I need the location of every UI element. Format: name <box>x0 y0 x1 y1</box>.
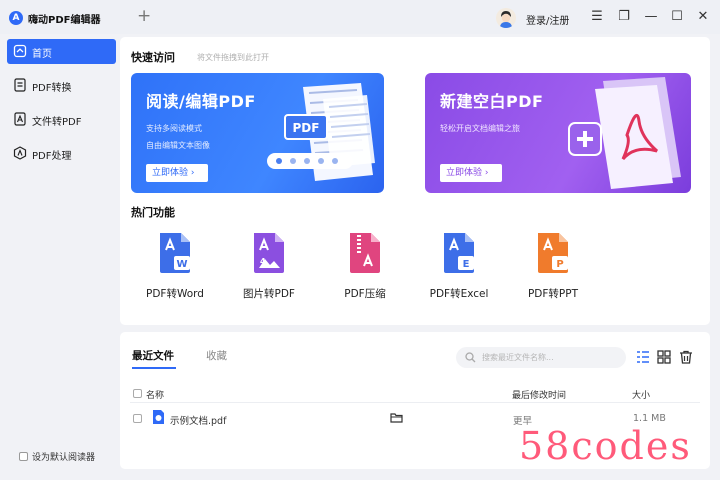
sidebar-item-label: 文件转PDF <box>32 117 82 128</box>
feature-badge: P <box>556 259 563 270</box>
feature-label: 图片转PDF <box>243 288 295 300</box>
sidebar-item-label: PDF转换 <box>32 83 72 94</box>
header-divider <box>130 402 700 403</box>
document-illustration-icon: PDF <box>267 83 375 181</box>
sidebar-item-home[interactable]: 首页 <box>7 39 116 64</box>
default-reader-label: 设为默认阅读器 <box>32 453 96 463</box>
try-now-button[interactable]: 立即体验 › <box>440 164 502 182</box>
home-icon <box>13 44 27 58</box>
pdf-art-label: PDF <box>293 121 320 135</box>
minimize-button[interactable]: — <box>642 8 660 26</box>
grid-view-icon[interactable] <box>657 350 671 364</box>
app-logo: A <box>9 11 23 25</box>
file-to-pdf-icon <box>14 112 26 126</box>
card-subtitle: 支持多阅读模式 <box>146 124 202 133</box>
process-icon <box>13 146 27 160</box>
sidebar: 首页 PDF转换 文件转PDF PDF处理 <box>0 34 118 480</box>
quick-access-title: 快速访问 <box>131 51 175 64</box>
feature-label: PDF转PPT <box>527 288 579 300</box>
default-reader-checkbox[interactable] <box>19 452 28 461</box>
search-placeholder: 搜索最近文件名称... <box>482 353 554 362</box>
column-header-modified[interactable]: 最后修改时间 <box>512 388 566 401</box>
default-reader-option[interactable]: 设为默认阅读器 <box>19 450 95 463</box>
new-tab-button[interactable]: + <box>137 6 151 26</box>
sidebar-item-pdf-convert[interactable]: PDF转换 <box>7 73 116 98</box>
feature-label: PDF压缩 <box>344 288 386 300</box>
pdf-file-icon <box>153 410 164 424</box>
feature-label: PDF转Word <box>146 288 204 300</box>
list-view-icon[interactable] <box>636 350 650 364</box>
card-subtitle: 自由编辑文本图像 <box>146 141 210 150</box>
feature-pdf-compress[interactable]: PDF压缩 <box>325 232 405 301</box>
feature-badge: E <box>463 259 470 270</box>
drop-hint: 将文件拖拽到此打开 <box>197 53 269 62</box>
sidebar-item-label: PDF处理 <box>32 151 72 162</box>
card-title: 阅读/编辑PDF <box>146 92 256 111</box>
file-size: 1.1 MB <box>633 413 666 424</box>
title-bar: A 嗨动PDF编辑器 + 登录/注册 ☰ ❐ — ☐ ✕ <box>0 0 720 34</box>
close-button[interactable]: ✕ <box>694 8 712 26</box>
feature-image-to-pdf[interactable]: 4 图片转PDF <box>229 232 309 301</box>
pdf-to-ppt-icon: P <box>538 233 568 273</box>
blank-document-illustration-icon <box>568 77 681 189</box>
image-to-pdf-icon: 4 <box>254 233 284 273</box>
try-now-button[interactable]: 立即体验 › <box>146 164 208 182</box>
watermark: 58codes <box>519 424 692 468</box>
sidebar-item-file-to-pdf[interactable]: 文件转PDF <box>7 107 116 132</box>
menu-icon[interactable]: ☰ <box>588 8 606 26</box>
tab-favorites[interactable]: 收藏 <box>206 348 227 363</box>
hot-features-title: 热门功能 <box>131 206 175 219</box>
select-all-checkbox[interactable] <box>133 389 142 398</box>
feature-label: PDF转Excel <box>429 288 489 300</box>
active-tab-indicator <box>132 367 176 369</box>
card-title: 新建空白PDF <box>440 92 544 111</box>
login-register-link[interactable]: 登录/注册 <box>526 12 569 27</box>
new-blank-pdf-card[interactable]: 新建空白PDF 轻松开启文档编辑之旅 立即体验 › <box>425 73 691 193</box>
avatar[interactable] <box>496 8 516 28</box>
maximize-button[interactable]: ☐ <box>668 8 686 26</box>
feature-pdf-to-word[interactable]: W PDF转Word <box>135 232 215 301</box>
file-name: 示例文档.pdf <box>170 416 227 427</box>
search-icon <box>465 352 476 363</box>
pdf-to-excel-icon: E <box>444 233 474 273</box>
column-header-name[interactable]: 名称 <box>146 388 164 401</box>
read-edit-pdf-card[interactable]: 阅读/编辑PDF 支持多阅读模式 自由编辑文本图像 立即体验 › PDF <box>131 73 384 193</box>
trash-icon[interactable] <box>679 350 693 364</box>
row-checkbox[interactable] <box>133 414 142 423</box>
pdf-to-word-icon: W <box>160 233 190 273</box>
sidebar-item-label: 首页 <box>32 49 52 60</box>
convert-icon <box>14 78 26 92</box>
search-input[interactable]: 搜索最近文件名称... <box>456 347 626 368</box>
feature-pdf-to-excel[interactable]: E PDF转Excel <box>419 232 499 301</box>
restore-window-icon[interactable]: ❐ <box>615 8 633 26</box>
open-folder-icon[interactable] <box>390 412 403 423</box>
feature-badge: 4 <box>260 257 266 266</box>
card-subtitle: 轻松开启文档编辑之旅 <box>440 124 520 133</box>
feature-badge: W <box>176 259 187 270</box>
tab-recent-files[interactable]: 最近文件 <box>132 348 174 363</box>
app-title: 嗨动PDF编辑器 <box>28 15 101 26</box>
column-header-size[interactable]: 大小 <box>632 388 650 401</box>
pdf-compress-icon <box>350 233 380 273</box>
sidebar-item-pdf-process[interactable]: PDF处理 <box>7 141 116 166</box>
feature-pdf-to-ppt[interactable]: P PDF转PPT <box>513 232 593 301</box>
